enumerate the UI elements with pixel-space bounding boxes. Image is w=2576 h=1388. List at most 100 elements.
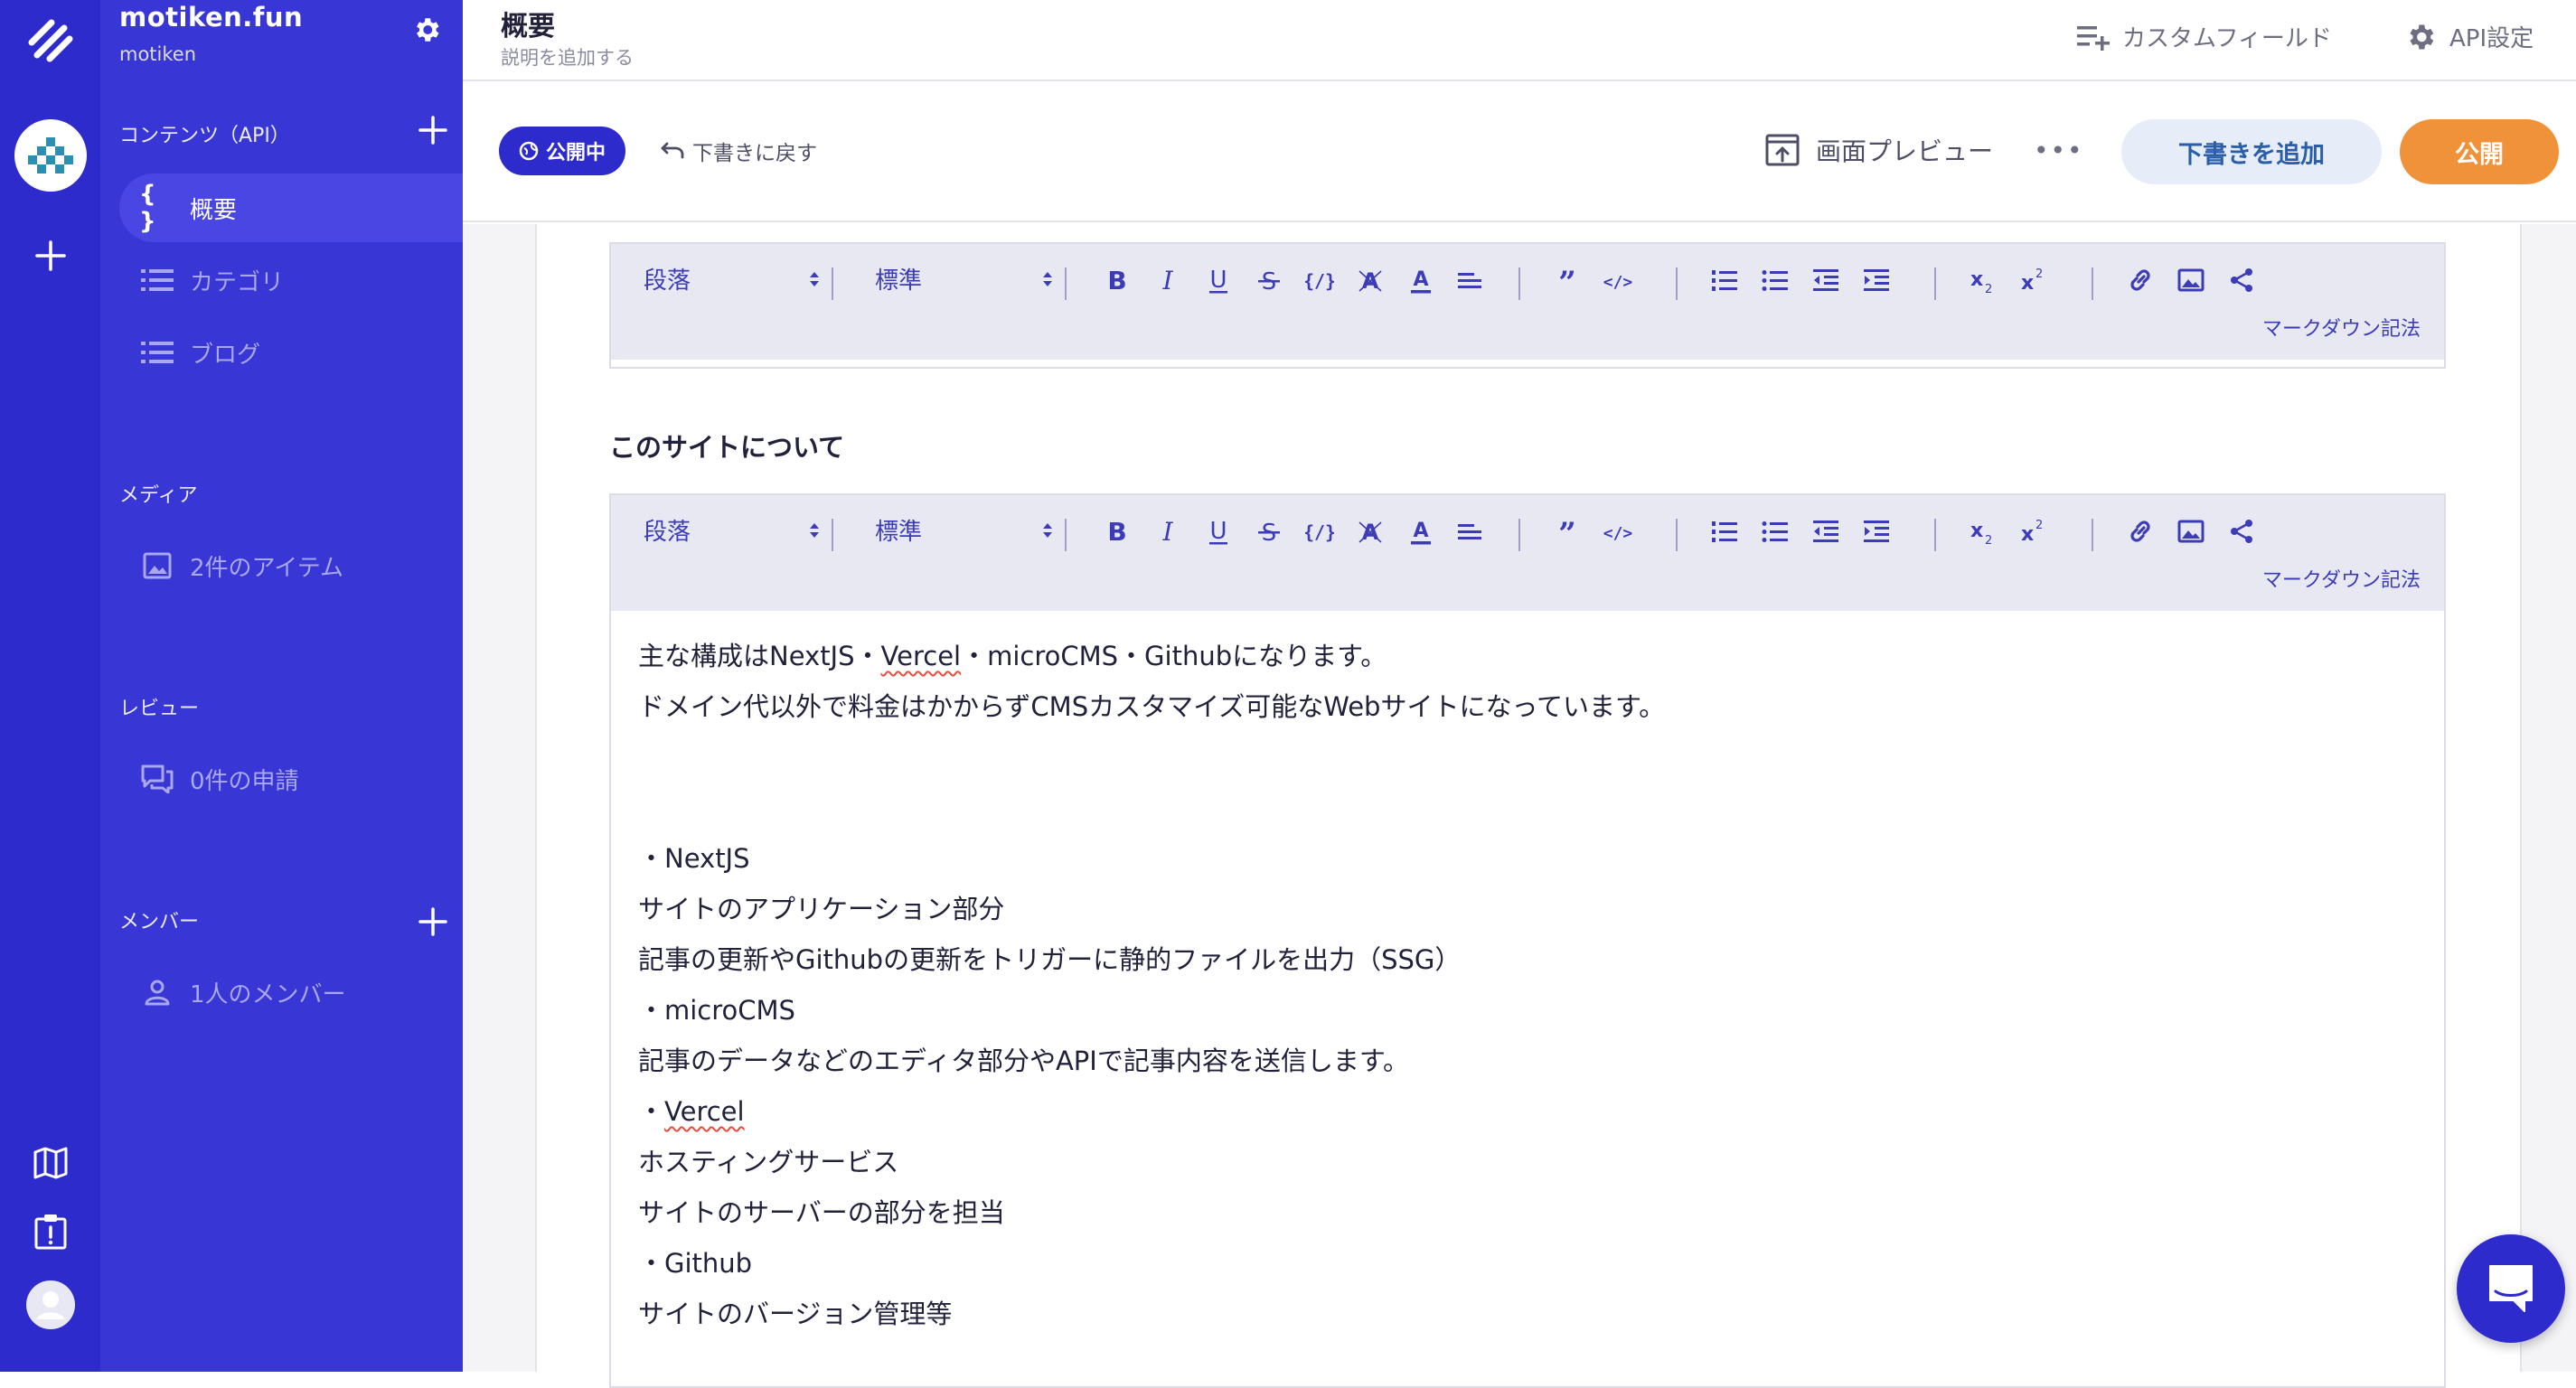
page-header: 概要 説明を追加する カスタムフィールド API設定 — [463, 0, 2576, 81]
editor-line: ・Vercel — [638, 1096, 745, 1127]
image-icon[interactable] — [2176, 517, 2205, 546]
more-options-icon[interactable]: ••• — [2034, 136, 2084, 165]
outdent-icon[interactable] — [1811, 266, 1840, 295]
paragraph-select[interactable]: 段落 — [644, 262, 821, 295]
add-description-link[interactable]: 説明を追加する — [501, 43, 634, 70]
publish-button[interactable]: 公開 — [2400, 119, 2559, 184]
share-embed-icon[interactable] — [2227, 266, 2256, 295]
share-embed-icon[interactable] — [2227, 517, 2256, 546]
blockquote-icon[interactable]: ” — [1553, 266, 1582, 295]
align-icon[interactable] — [1455, 266, 1484, 295]
clear-format-icon[interactable]: A — [1356, 517, 1385, 546]
markdown-notation-link[interactable]: マークダウン記法 — [2262, 313, 2421, 342]
map-icon[interactable] — [0, 1140, 100, 1186]
italic-icon[interactable]: I — [1153, 517, 1182, 546]
blockquote-icon[interactable]: ” — [1553, 517, 1582, 546]
superscript-icon[interactable]: x2 — [2019, 266, 2048, 295]
inline-code-icon[interactable]: {/} — [1305, 266, 1334, 295]
sidebar-item-media[interactable]: 2件のアイテム — [119, 531, 463, 600]
revert-to-draft-button[interactable]: 下書きに戻す — [660, 136, 817, 166]
account-avatar-icon[interactable] — [0, 1278, 100, 1332]
image-icon — [139, 552, 175, 579]
bold-icon[interactable]: B — [1103, 266, 1132, 295]
code-block-icon[interactable]: </> — [1603, 517, 1632, 546]
service-name[interactable]: motiken.fun — [119, 2, 303, 33]
sidebar-item-members[interactable]: 1人のメンバー — [119, 958, 463, 1027]
revert-label: 下書きに戻す — [692, 142, 817, 165]
sidebar-item-blog[interactable]: ブログ — [119, 318, 463, 387]
contents-section-heading: コンテンツ（API） — [119, 125, 290, 147]
page-title[interactable]: 概要 — [501, 4, 555, 43]
microcms-logo-icon[interactable] — [0, 13, 100, 67]
code-block-icon[interactable]: </> — [1603, 266, 1632, 295]
editor-line: サイトのバージョン管理等 — [638, 1299, 953, 1329]
svg-text:”: ” — [1558, 517, 1576, 546]
superscript-icon[interactable]: x2 — [2019, 517, 2048, 546]
inline-code-icon[interactable]: {/} — [1305, 517, 1334, 546]
outdent-icon[interactable] — [1811, 517, 1840, 546]
service-avatar-icon[interactable] — [0, 117, 100, 193]
sidebar-item-category[interactable]: カテゴリ — [119, 246, 463, 314]
svg-text:I: I — [1161, 266, 1173, 295]
chat-bubble-icon — [2489, 1265, 2533, 1312]
api-settings-label: API設定 — [2449, 25, 2534, 52]
list-icon — [139, 341, 175, 364]
svg-text:2: 2 — [1985, 283, 1992, 295]
content-card: 段落 標準 B I U S {/} A A ” </> — [535, 224, 2522, 1388]
font-size-select[interactable]: 標準 — [875, 513, 1054, 547]
subscript-icon[interactable]: x2 — [1969, 517, 1998, 546]
editor-toolbar: 段落 標準 B I U S {/} A A ” </> — [611, 495, 2444, 611]
bold-icon[interactable]: B — [1103, 517, 1132, 546]
screen-preview-button[interactable]: 画面プレビュー — [1765, 132, 1993, 168]
sidebar-item-overview[interactable]: { } 概要 — [119, 174, 463, 242]
strikethrough-icon[interactable]: S — [1255, 517, 1283, 546]
align-icon[interactable] — [1455, 517, 1484, 546]
braces-icon: { } — [139, 181, 156, 235]
ordered-list-icon[interactable] — [1710, 517, 1739, 546]
svg-text:x: x — [2021, 272, 2034, 295]
api-settings-link[interactable]: API設定 — [2404, 20, 2534, 53]
indent-icon[interactable] — [1862, 517, 1891, 546]
chat-support-button[interactable] — [2457, 1234, 2565, 1343]
link-icon[interactable] — [2126, 266, 2155, 295]
add-api-plus-icon[interactable] — [418, 116, 447, 145]
add-draft-button[interactable]: 下書きを追加 — [2121, 119, 2382, 184]
add-service-icon[interactable] — [0, 233, 100, 278]
toolbar-separator — [832, 519, 833, 551]
underline-icon[interactable]: U — [1204, 266, 1233, 295]
spellcheck-word: Vercel — [664, 1096, 745, 1127]
underline-icon[interactable]: U — [1204, 517, 1233, 546]
custom-field-link[interactable]: カスタムフィールド — [2077, 20, 2332, 53]
editor-line: 記事の更新やGithubの更新をトリガーに静的ファイルを出力（SSG） — [638, 944, 1462, 975]
paragraph-select[interactable]: 段落 — [644, 513, 821, 547]
list-icon — [139, 268, 175, 292]
text-color-icon[interactable]: A — [1406, 266, 1435, 295]
indent-icon[interactable] — [1862, 266, 1891, 295]
bullet-list-icon[interactable] — [1761, 266, 1790, 295]
strikethrough-icon[interactable]: S — [1255, 266, 1283, 295]
clear-format-icon[interactable]: A — [1356, 266, 1385, 295]
editor-toolbar: 段落 標準 B I U S {/} A A ” </> — [611, 244, 2444, 360]
bullet-list-icon[interactable] — [1761, 517, 1790, 546]
editor-content-area[interactable]: 主な構成はNextJS・Vercel・microCMS・Githubになります。… — [638, 631, 1665, 1339]
select-arrows-icon — [1043, 271, 1052, 286]
add-member-plus-icon[interactable] — [418, 907, 447, 936]
link-icon[interactable] — [2126, 517, 2155, 546]
markdown-notation-link[interactable]: マークダウン記法 — [2262, 564, 2421, 593]
feedback-icon[interactable] — [0, 1209, 100, 1254]
subscript-icon[interactable]: x2 — [1969, 266, 1998, 295]
svg-text:{/}: {/} — [1305, 270, 1334, 292]
action-bar: 公開中 下書きに戻す 画面プレビュー ••• 下書きを追加 公開 — [463, 83, 2576, 222]
service-settings-gear-icon[interactable] — [411, 14, 442, 45]
sidebar-item-review[interactable]: 0件の申請 — [119, 745, 463, 813]
sidebar-item-label: 0件の申請 — [190, 767, 299, 795]
image-icon[interactable] — [2176, 266, 2205, 295]
sidebar: motiken.fun motiken コンテンツ（API） { } 概要 カテ… — [100, 0, 463, 1372]
ordered-list-icon[interactable] — [1710, 266, 1739, 295]
italic-icon[interactable]: I — [1153, 266, 1182, 295]
select-arrows-icon — [1043, 522, 1052, 538]
toolbar-separator — [1676, 267, 1678, 300]
text-color-icon[interactable]: A — [1406, 517, 1435, 546]
font-size-select[interactable]: 標準 — [875, 262, 1054, 295]
